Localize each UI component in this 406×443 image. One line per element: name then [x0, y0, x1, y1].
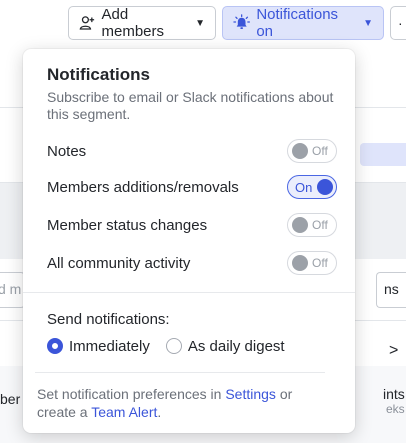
- background-pill: [360, 143, 406, 166]
- popover-title: Notifications: [47, 65, 150, 84]
- footer-text: Set notification preferences in: [37, 386, 226, 402]
- toggle-state: Off: [312, 256, 328, 270]
- send-notifications-label: Send notifications:: [47, 311, 170, 328]
- footer-text: .: [157, 404, 162, 420]
- more-options-button[interactable]: ·: [390, 6, 406, 40]
- chevron-right-icon[interactable]: >: [389, 342, 398, 360]
- background-search-input[interactable]: d m: [0, 272, 25, 308]
- members-additions-toggle[interactable]: On: [287, 175, 337, 199]
- popover-footer: Set notification preferences in Settings…: [37, 385, 333, 421]
- toggle-knob: [292, 143, 308, 159]
- team-alert-link[interactable]: Team Alert: [91, 404, 157, 420]
- radio-selected-icon: [47, 338, 63, 354]
- radio-immediately[interactable]: Immediately: [47, 338, 150, 355]
- radio-label: As daily digest: [187, 337, 285, 355]
- column-subheader-right: eks: [386, 402, 405, 416]
- radio-label: Immediately: [69, 337, 150, 355]
- popover-divider: [23, 292, 355, 293]
- input-placeholder: d m: [0, 281, 22, 297]
- notifications-button[interactable]: Notifications on ▼: [222, 6, 384, 40]
- notifications-popover: Notifications Subscribe to email or Slac…: [23, 49, 355, 433]
- caret-down-icon: ▼: [363, 17, 373, 29]
- toggle-label: All community activity: [47, 254, 191, 272]
- toggle-row-community-activity: All community activity Off: [47, 250, 337, 276]
- more-dots-icon: ·: [398, 15, 404, 31]
- column-header-left: ber: [0, 391, 21, 407]
- notes-toggle[interactable]: Off: [287, 139, 337, 163]
- toggle-label: Notes: [47, 142, 87, 160]
- toggle-row-notes: Notes Off: [47, 138, 337, 164]
- toggle-knob: [292, 217, 308, 233]
- add-members-button[interactable]: Add members ▼: [68, 6, 216, 40]
- popover-divider: [35, 372, 325, 373]
- community-activity-toggle[interactable]: Off: [287, 251, 337, 275]
- settings-link[interactable]: Settings: [225, 386, 276, 402]
- column-header-right: ints: [383, 386, 405, 402]
- radio-daily-digest[interactable]: As daily digest: [165, 337, 285, 355]
- toggle-state: Off: [312, 144, 328, 158]
- toggle-label: Member status changes: [47, 216, 208, 234]
- member-status-toggle[interactable]: Off: [287, 213, 337, 237]
- toggle-row-member-status: Member status changes Off: [47, 212, 337, 238]
- notifications-label: Notifications on: [256, 6, 339, 40]
- toggle-row-members-additions: Members additions/removals On: [47, 174, 337, 200]
- add-members-label: Add members: [101, 6, 165, 40]
- background-select[interactable]: ns: [376, 272, 406, 308]
- popover-subtitle: Subscribe to email or Slack notification…: [47, 89, 334, 122]
- toggle-label: Members additions/removals: [47, 178, 239, 196]
- add-user-icon: [79, 16, 95, 30]
- select-value: ns: [384, 281, 399, 297]
- toggle-knob: [317, 179, 333, 195]
- toggle-knob: [292, 255, 308, 271]
- toggle-state: Off: [312, 218, 328, 232]
- radio-unselected-icon: [165, 338, 182, 354]
- caret-down-icon: ▼: [195, 17, 205, 29]
- toggle-state: On: [295, 179, 313, 195]
- frequency-radio-group: Immediately As daily digest: [47, 335, 285, 357]
- bell-ringing-icon: [233, 14, 250, 29]
